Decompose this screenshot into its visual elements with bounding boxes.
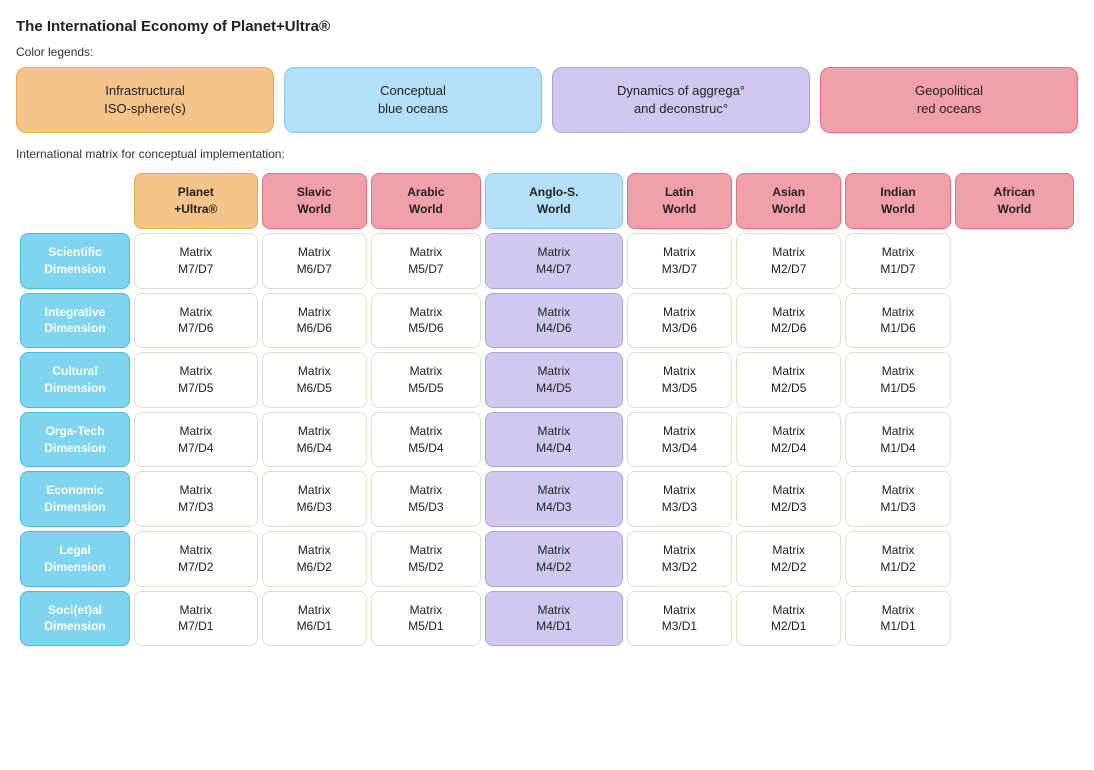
matrix-cell: Matrix M5/D6: [371, 293, 481, 349]
matrix-cell: Matrix M7/D2: [134, 531, 258, 587]
legend-box-dynamics: Dynamics of aggrega° and deconstruc°: [552, 67, 810, 133]
row-header-0: Scientific Dimension: [20, 233, 130, 289]
matrix-cell: Matrix M3/D3: [627, 471, 732, 527]
matrix-cell: Matrix M1/D2: [845, 531, 950, 587]
matrix-cell: Matrix M2/D2: [736, 531, 841, 587]
matrix-cell: Matrix M4/D1: [485, 591, 623, 647]
page-title: The International Economy of Planet+Ultr…: [16, 18, 1078, 35]
matrix-cell: Matrix M5/D3: [371, 471, 481, 527]
row-header-2: Cultural Dimension: [20, 352, 130, 408]
matrix-cell: Matrix M6/D3: [262, 471, 367, 527]
matrix-cell: Matrix M6/D5: [262, 352, 367, 408]
matrix-cell: Matrix M1/D6: [845, 293, 950, 349]
matrix-cell: Matrix M4/D6: [485, 293, 623, 349]
row-header-4: Economic Dimension: [20, 471, 130, 527]
matrix-cell: Matrix M4/D3: [485, 471, 623, 527]
matrix-cell: Matrix M2/D1: [736, 591, 841, 647]
matrix-row: Cultural DimensionMatrix M7/D5Matrix M6/…: [20, 352, 1074, 408]
col-header-arabic: Arabic World: [371, 173, 481, 229]
matrix-row: Legal DimensionMatrix M7/D2Matrix M6/D2M…: [20, 531, 1074, 587]
legend-row: Infrastructural ISO-sphere(s)Conceptual …: [16, 67, 1078, 133]
matrix-cell: Matrix M2/D7: [736, 233, 841, 289]
matrix-cell: Matrix M5/D2: [371, 531, 481, 587]
col-header-latin: Latin World: [627, 173, 732, 229]
matrix-cell: Matrix M7/D6: [134, 293, 258, 349]
matrix-cell: Matrix M3/D5: [627, 352, 732, 408]
matrix-row: Integrative DimensionMatrix M7/D6Matrix …: [20, 293, 1074, 349]
legend-box-infra: Infrastructural ISO-sphere(s): [16, 67, 274, 133]
matrix-cell: Matrix M3/D7: [627, 233, 732, 289]
matrix-cell: Matrix M6/D2: [262, 531, 367, 587]
matrix-cell: Matrix M4/D2: [485, 531, 623, 587]
matrix-body: Scientific DimensionMatrix M7/D7Matrix M…: [20, 233, 1074, 646]
matrix-cell: Matrix M2/D6: [736, 293, 841, 349]
matrix-cell: Matrix M2/D5: [736, 352, 841, 408]
col-header-slavic: Slavic World: [262, 173, 367, 229]
row-header-5: Legal Dimension: [20, 531, 130, 587]
matrix-cell: Matrix M4/D4: [485, 412, 623, 468]
legend-box-conceptual: Conceptual blue oceans: [284, 67, 542, 133]
column-header-row: Planet +Ultra®Slavic WorldArabic WorldAn…: [20, 173, 1074, 229]
col-header-indian: Indian World: [845, 173, 950, 229]
matrix-cell: Matrix M4/D7: [485, 233, 623, 289]
matrix-row: Economic DimensionMatrix M7/D3Matrix M6/…: [20, 471, 1074, 527]
matrix-cell: Matrix M2/D3: [736, 471, 841, 527]
col-header-african: African World: [955, 173, 1074, 229]
matrix-cell: Matrix M6/D7: [262, 233, 367, 289]
matrix-cell: Matrix M3/D2: [627, 531, 732, 587]
col-header-anglos: Anglo-S. World: [485, 173, 623, 229]
matrix-cell: Matrix M3/D1: [627, 591, 732, 647]
matrix-row: Soci(et)al DimensionMatrix M7/D1Matrix M…: [20, 591, 1074, 647]
color-legend-label: Color legends:: [16, 45, 1078, 59]
matrix-table: Planet +Ultra®Slavic WorldArabic WorldAn…: [16, 169, 1078, 650]
legend-box-geopolitical: Geopolitical red oceans: [820, 67, 1078, 133]
matrix-cell: Matrix M5/D1: [371, 591, 481, 647]
corner-cell: [20, 173, 130, 229]
matrix-cell: Matrix M1/D5: [845, 352, 950, 408]
matrix-row: Scientific DimensionMatrix M7/D7Matrix M…: [20, 233, 1074, 289]
matrix-cell: Matrix M1/D3: [845, 471, 950, 527]
matrix-cell: Matrix M3/D6: [627, 293, 732, 349]
matrix-cell: Matrix M1/D1: [845, 591, 950, 647]
col-header-asian: Asian World: [736, 173, 841, 229]
matrix-cell: Matrix M4/D5: [485, 352, 623, 408]
matrix-cell: Matrix M6/D6: [262, 293, 367, 349]
matrix-cell: Matrix M1/D7: [845, 233, 950, 289]
matrix-cell: Matrix M5/D4: [371, 412, 481, 468]
matrix-cell: Matrix M7/D5: [134, 352, 258, 408]
matrix-cell: Matrix M1/D4: [845, 412, 950, 468]
matrix-cell: Matrix M6/D4: [262, 412, 367, 468]
matrix-cell: Matrix M5/D7: [371, 233, 481, 289]
matrix-cell: Matrix M7/D3: [134, 471, 258, 527]
matrix-cell: Matrix M7/D1: [134, 591, 258, 647]
row-header-3: Orga-Tech Dimension: [20, 412, 130, 468]
matrix-label: International matrix for conceptual impl…: [16, 147, 1078, 161]
matrix-cell: Matrix M6/D1: [262, 591, 367, 647]
matrix-cell: Matrix M2/D4: [736, 412, 841, 468]
row-header-1: Integrative Dimension: [20, 293, 130, 349]
matrix-cell: Matrix M7/D7: [134, 233, 258, 289]
col-header-planet: Planet +Ultra®: [134, 173, 258, 229]
matrix-cell: Matrix M3/D4: [627, 412, 732, 468]
matrix-row: Orga-Tech DimensionMatrix M7/D4Matrix M6…: [20, 412, 1074, 468]
row-header-6: Soci(et)al Dimension: [20, 591, 130, 647]
matrix-cell: Matrix M7/D4: [134, 412, 258, 468]
matrix-cell: Matrix M5/D5: [371, 352, 481, 408]
